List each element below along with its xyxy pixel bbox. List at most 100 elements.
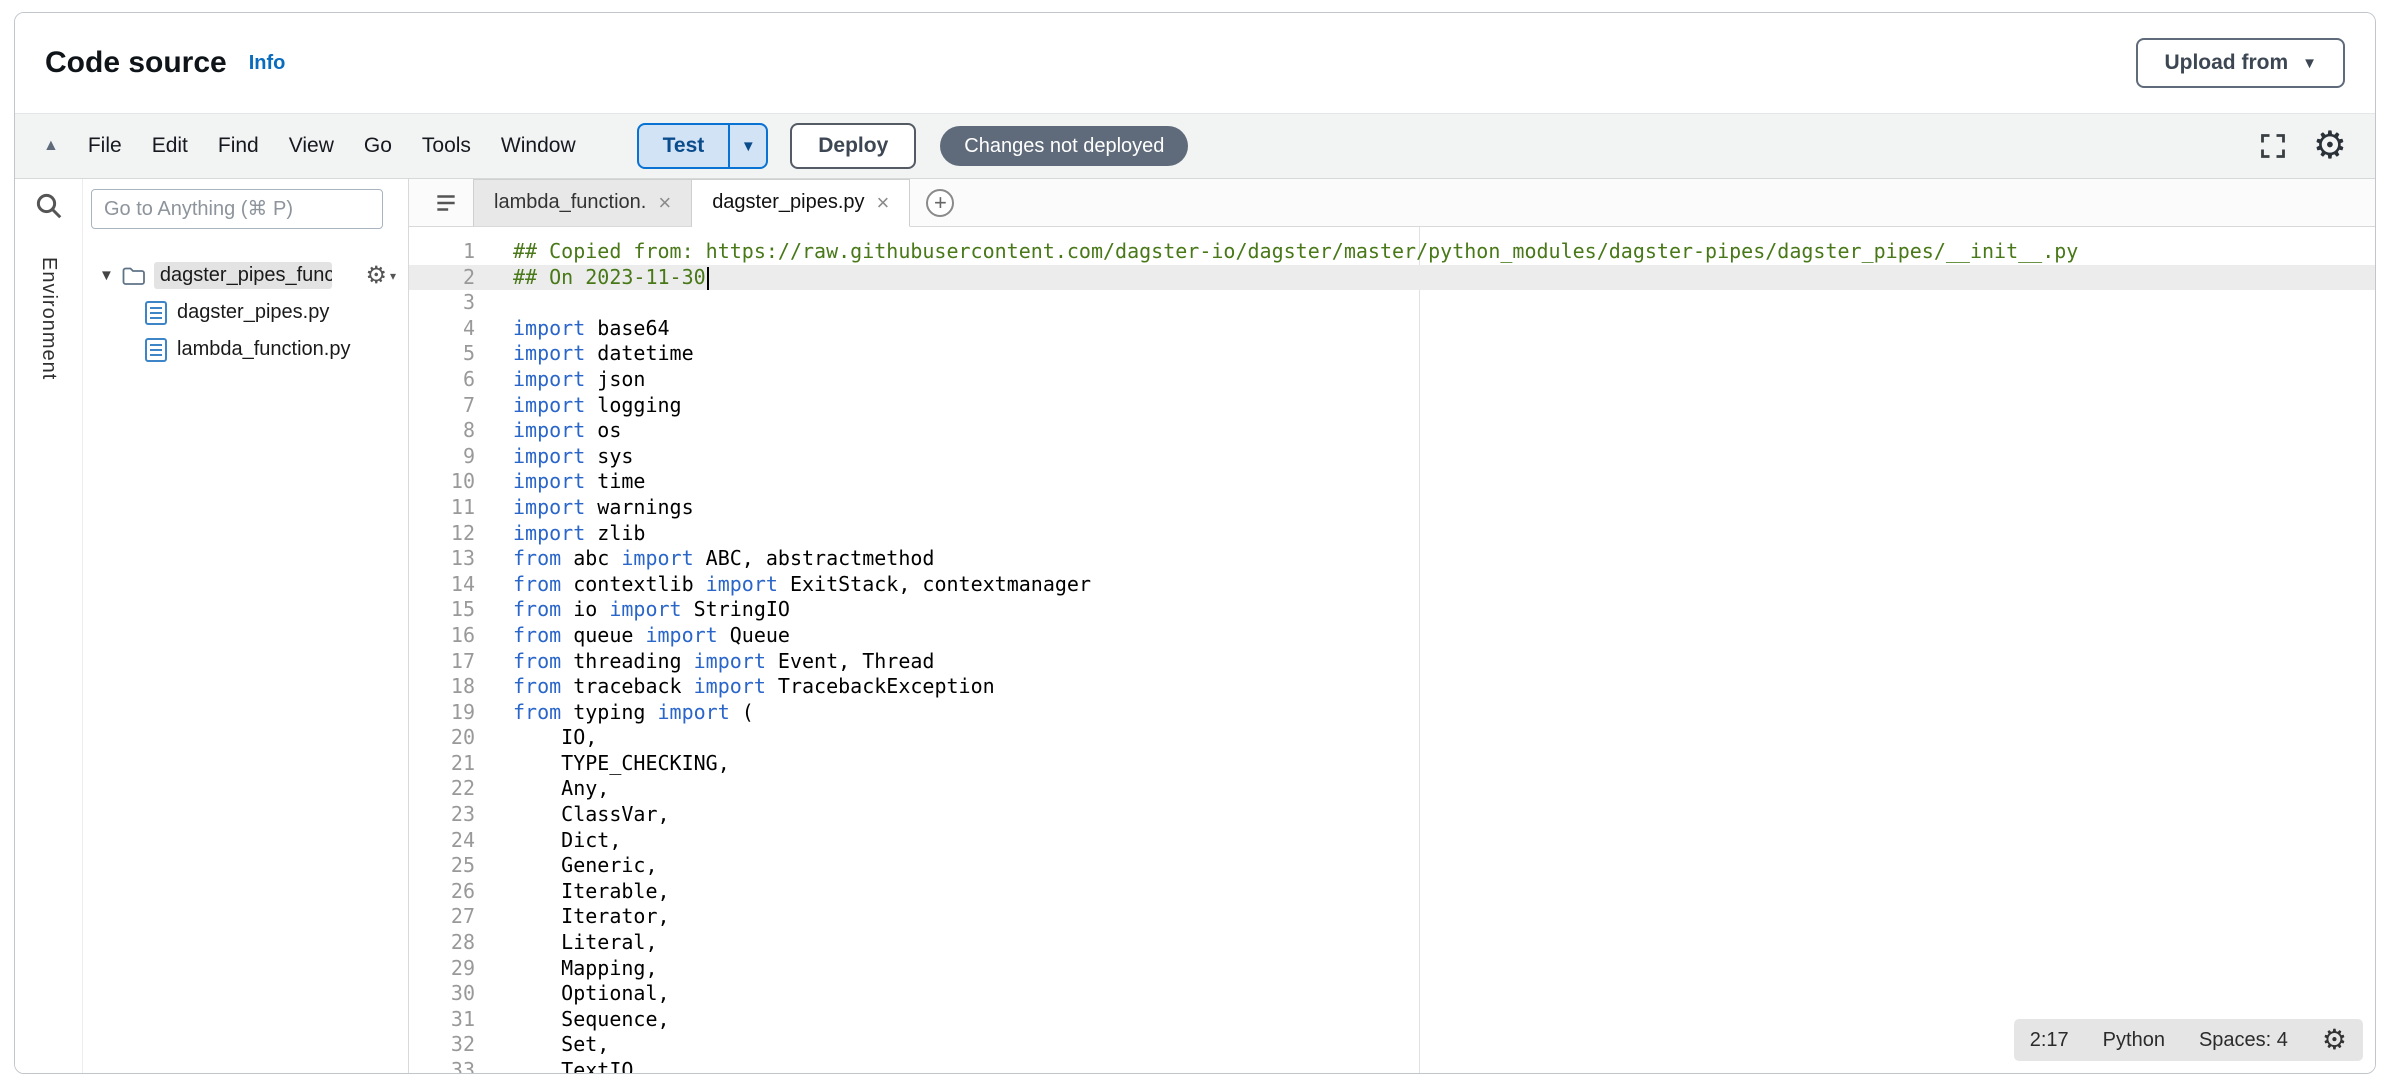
- code-text[interactable]: from queue import Queue: [495, 623, 2375, 649]
- code-text[interactable]: import datetime: [495, 341, 2375, 367]
- code-line[interactable]: 4import base64: [409, 316, 2375, 342]
- code-line[interactable]: 8import os: [409, 418, 2375, 444]
- code-line[interactable]: 20 IO,: [409, 725, 2375, 751]
- code-line[interactable]: 25 Generic,: [409, 853, 2375, 879]
- code-text[interactable]: Any,: [495, 776, 2375, 802]
- code-line[interactable]: 28 Literal,: [409, 930, 2375, 956]
- fullscreen-icon[interactable]: [2259, 132, 2287, 160]
- code-line[interactable]: 21 TYPE_CHECKING,: [409, 751, 2375, 777]
- menu-item-find[interactable]: Find: [203, 134, 274, 158]
- code-text[interactable]: import time: [495, 469, 2375, 495]
- collapse-panel-icon[interactable]: ▲: [43, 137, 59, 155]
- menu-item-view[interactable]: View: [274, 134, 349, 158]
- code-line[interactable]: 29 Mapping,: [409, 956, 2375, 982]
- code-text[interactable]: Mapping,: [495, 956, 2375, 982]
- code-text[interactable]: ClassVar,: [495, 802, 2375, 828]
- code-text[interactable]: import logging: [495, 393, 2375, 419]
- test-button[interactable]: Test: [639, 125, 729, 167]
- code-line[interactable]: 11import warnings: [409, 495, 2375, 521]
- menu-item-tools[interactable]: Tools: [407, 134, 486, 158]
- code-text[interactable]: import sys: [495, 444, 2375, 470]
- code-line[interactable]: 15from io import StringIO: [409, 597, 2375, 623]
- code-line[interactable]: 3: [409, 290, 2375, 316]
- deploy-button[interactable]: Deploy: [790, 123, 916, 169]
- new-tab-icon[interactable]: +: [926, 189, 954, 217]
- test-dropdown-button[interactable]: ▼: [728, 125, 766, 167]
- code-text[interactable]: import zlib: [495, 521, 2375, 547]
- close-icon[interactable]: ×: [658, 192, 671, 214]
- tab-list-icon[interactable]: [433, 190, 459, 216]
- code-line[interactable]: 14from contextlib import ExitStack, cont…: [409, 572, 2375, 598]
- tree-file-row[interactable]: lambda_function.py: [83, 331, 408, 368]
- code-text[interactable]: Literal,: [495, 930, 2375, 956]
- code-line[interactable]: 27 Iterator,: [409, 904, 2375, 930]
- code-text[interactable]: TYPE_CHECKING,: [495, 751, 2375, 777]
- code-text[interactable]: [495, 290, 2375, 316]
- tab-label: dagster_pipes.py: [712, 191, 864, 214]
- code-text[interactable]: import base64: [495, 316, 2375, 342]
- code-line[interactable]: 13from abc import ABC, abstractmethod: [409, 546, 2375, 572]
- spaces-setting[interactable]: Spaces: 4: [2199, 1029, 2288, 1052]
- language-mode[interactable]: Python: [2103, 1029, 2165, 1052]
- tree-file-row[interactable]: dagster_pipes.py: [83, 294, 408, 331]
- menu-item-window[interactable]: Window: [486, 134, 591, 158]
- code-text[interactable]: Optional,: [495, 981, 2375, 1007]
- code-line[interactable]: 24 Dict,: [409, 828, 2375, 854]
- goto-anything-input[interactable]: [91, 189, 383, 229]
- line-number: 17: [409, 649, 495, 675]
- code-text[interactable]: from typing import (: [495, 700, 2375, 726]
- code-text[interactable]: from io import StringIO: [495, 597, 2375, 623]
- code-text[interactable]: Iterable,: [495, 879, 2375, 905]
- line-number: 7: [409, 393, 495, 419]
- code-line[interactable]: 9import sys: [409, 444, 2375, 470]
- code-line[interactable]: 22 Any,: [409, 776, 2375, 802]
- code-line[interactable]: 18from traceback import TracebackExcepti…: [409, 674, 2375, 700]
- code-line[interactable]: 26 Iterable,: [409, 879, 2375, 905]
- upload-from-button[interactable]: Upload from ▼: [2136, 38, 2345, 88]
- code-line[interactable]: 5import datetime: [409, 341, 2375, 367]
- code-line[interactable]: 7import logging: [409, 393, 2375, 419]
- code-text[interactable]: Dict,: [495, 828, 2375, 854]
- code-line[interactable]: 12import zlib: [409, 521, 2375, 547]
- disclosure-triangle-icon[interactable]: ▼: [99, 267, 114, 284]
- line-number: 28: [409, 930, 495, 956]
- code-editor[interactable]: 1## Copied from: https://raw.githubuserc…: [409, 227, 2375, 1073]
- code-line[interactable]: 10import time: [409, 469, 2375, 495]
- code-line[interactable]: 19from typing import (: [409, 700, 2375, 726]
- code-line[interactable]: 1## Copied from: https://raw.githubuserc…: [409, 239, 2375, 265]
- close-icon[interactable]: ×: [877, 192, 890, 214]
- code-text[interactable]: import json: [495, 367, 2375, 393]
- settings-gear-icon[interactable]: ⚙: [2313, 127, 2347, 165]
- code-text[interactable]: from threading import Event, Thread: [495, 649, 2375, 675]
- code-text[interactable]: import os: [495, 418, 2375, 444]
- code-text[interactable]: Generic,: [495, 853, 2375, 879]
- code-text[interactable]: from traceback import TracebackException: [495, 674, 2375, 700]
- code-line[interactable]: 23 ClassVar,: [409, 802, 2375, 828]
- code-line[interactable]: 16from queue import Queue: [409, 623, 2375, 649]
- tab-lambda-function-[interactable]: lambda_function.×: [473, 179, 692, 227]
- code-text[interactable]: from contextlib import ExitStack, contex…: [495, 572, 2375, 598]
- menu-item-go[interactable]: Go: [349, 134, 407, 158]
- code-text[interactable]: ## Copied from: https://raw.githubuserco…: [495, 239, 2375, 265]
- menu-item-edit[interactable]: Edit: [137, 134, 203, 158]
- code-text[interactable]: import warnings: [495, 495, 2375, 521]
- tree-folder-row[interactable]: ▼ dagster_pipes_funct ⚙▾: [83, 257, 408, 294]
- environment-tab[interactable]: Environment: [37, 257, 60, 380]
- editor-settings-gear-icon[interactable]: ⚙: [2322, 1026, 2347, 1054]
- tab-dagster-pipes-py[interactable]: dagster_pipes.py ×: [692, 179, 910, 227]
- code-line[interactable]: 17from threading import Event, Thread: [409, 649, 2375, 675]
- code-text[interactable]: Iterator,: [495, 904, 2375, 930]
- search-icon[interactable]: [34, 191, 64, 221]
- cursor-position[interactable]: 2:17: [2030, 1029, 2069, 1052]
- code-text[interactable]: from abc import ABC, abstractmethod: [495, 546, 2375, 572]
- code-line[interactable]: 6import json: [409, 367, 2375, 393]
- tree-settings-gear-icon[interactable]: ⚙▾: [365, 261, 396, 290]
- code-line[interactable]: 2## On 2023-11-30: [409, 265, 2375, 291]
- code-text[interactable]: IO,: [495, 725, 2375, 751]
- code-text[interactable]: ## On 2023-11-30: [495, 265, 2375, 291]
- menu-item-file[interactable]: File: [73, 134, 137, 158]
- editor-column: lambda_function.× dagster_pipes.py × + 1##…: [409, 179, 2375, 1073]
- line-number: 4: [409, 316, 495, 342]
- code-line[interactable]: 30 Optional,: [409, 981, 2375, 1007]
- info-link[interactable]: Info: [249, 52, 286, 75]
